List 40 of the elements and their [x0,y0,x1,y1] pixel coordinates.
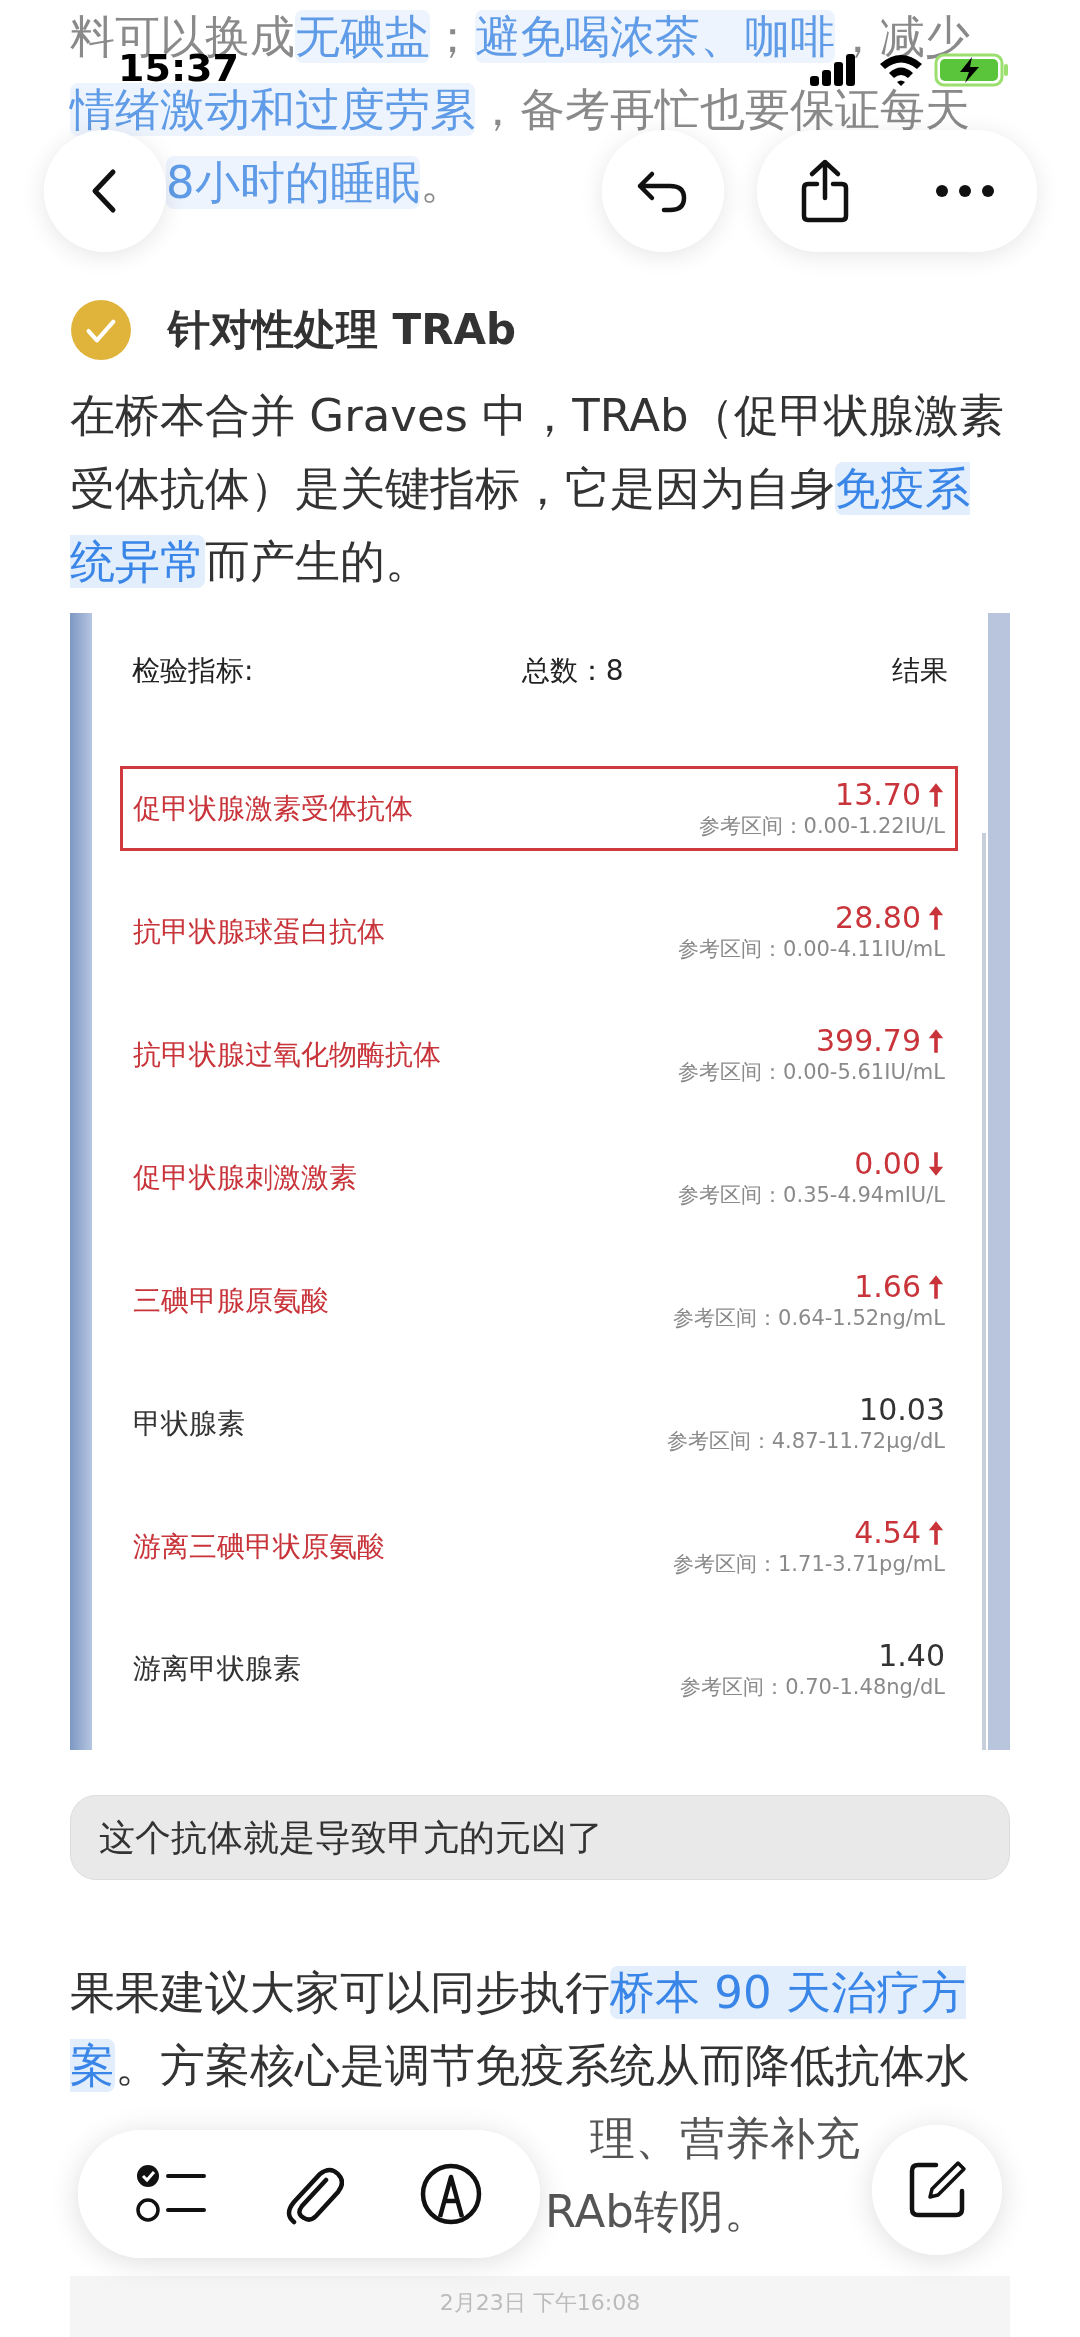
test-name: 游离甲状腺素 [133,1651,301,1688]
reference-range: 参考区间：0.00-4.11IU/mL [678,936,945,964]
markup-button[interactable] [420,2163,482,2225]
test-name: 游离三碘甲状原氨酸 [133,1528,385,1565]
test-value: 1.66 [854,1269,921,1305]
reference-range: 参考区间：0.64-1.52ng/mL [673,1305,945,1333]
share-icon [799,158,850,224]
column-header: 检验指标: [132,652,254,689]
reference-range: 参考区间：4.87-11.72μg/dL [666,1428,945,1455]
quote-block: 这个抗体就是导致甲亢的元凶了 [70,1795,1010,1880]
test-value: 4.54 [854,1515,921,1550]
reference-range: 参考区间：0.00-5.61IU/mL [678,1059,945,1087]
more-icon [934,184,995,198]
checklist-icon [136,2164,208,2224]
total-count: 总数：8 [521,652,624,689]
reference-range: 参考区间：0.35-4.94mIU/L [678,1182,945,1210]
checklist-button[interactable] [136,2164,208,2224]
test-name: 抗甲状腺过氧化物酶抗体 [133,1036,441,1073]
section-heading: 针对性处理 TRAb [168,304,517,356]
pen-tip-icon [420,2163,482,2225]
column-header: 结果 [892,652,948,689]
test-value: 13.70 [835,777,921,813]
test-value: 1.40 [878,1638,945,1673]
test-value: 399.79 [816,1023,921,1059]
test-name: 抗甲状腺球蛋白抗体 [133,913,385,950]
reference-range: 参考区间：0.70-1.48ng/dL [680,1674,945,1701]
timestamp: 2月23日 下午16:08 [439,2289,641,2317]
test-name: 促甲状腺激素受体抗体 [133,790,413,827]
test-name: 甲状腺素 [133,1405,245,1442]
paragraph-fragment: RAb转阴。 [545,2185,769,2238]
test-name: 三碘甲腺原氨酸 [133,1282,329,1319]
reference-range: 参考区间：1.71-3.71pg/mL [673,1551,945,1578]
paragraph-fragment: 理、营养补充 [590,2112,860,2165]
test-value: 28.80 [835,900,921,936]
test-name: 促甲状腺刺激激素 [133,1159,357,1196]
test-value: 0.00 [854,1146,921,1182]
paragraph: 果果建议大家可以同步执行桥本 90 天治疗方案。方案核心是调节免疫系统从而降低抗体水 [70,1965,971,2094]
down-arrow-icon [927,1149,945,1178]
test-value: 10.03 [859,1392,945,1427]
reference-range: 参考区间：0.00-1.22IU/L [698,813,945,841]
